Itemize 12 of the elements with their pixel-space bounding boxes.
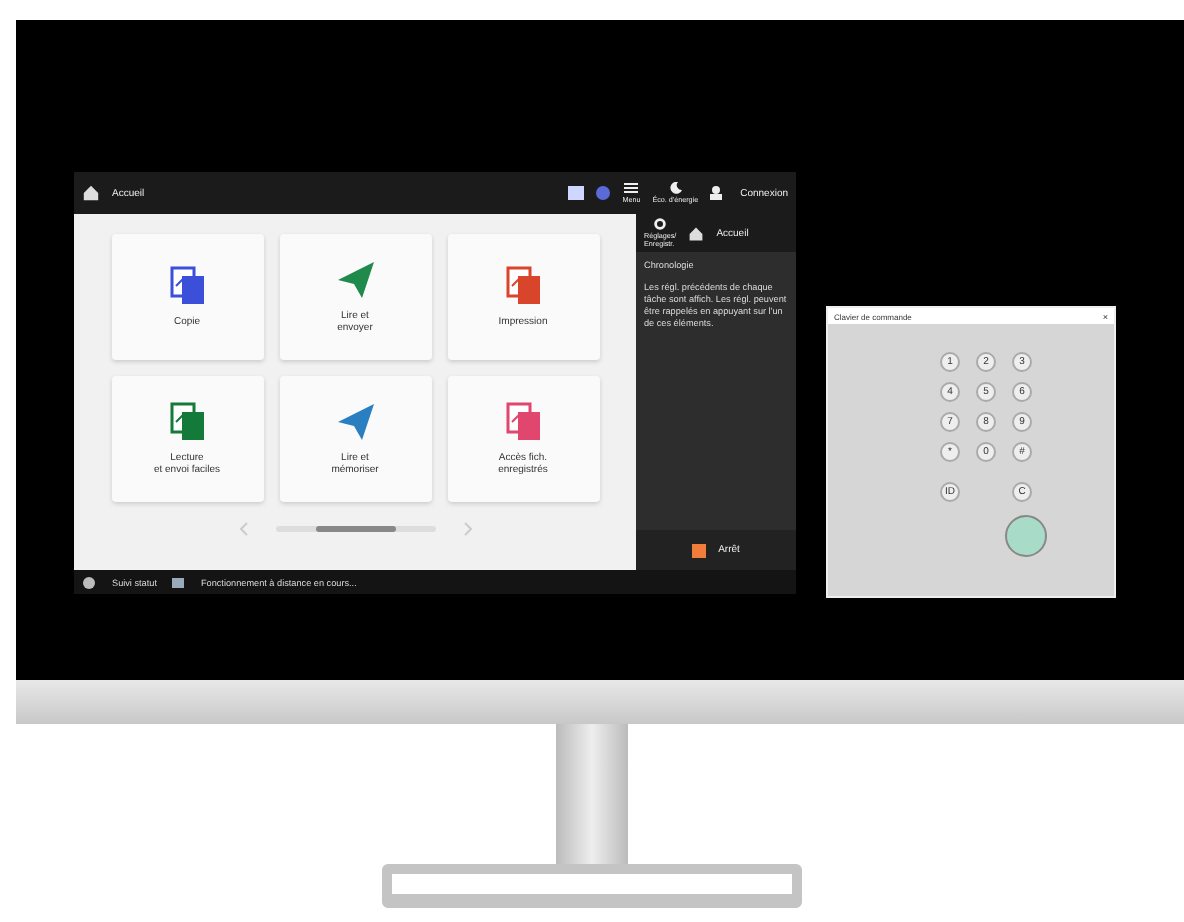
menu-icon (624, 182, 639, 194)
start-button[interactable] (1004, 514, 1048, 558)
stop-icon (692, 543, 707, 557)
moon-icon (669, 182, 682, 194)
screen-icon (172, 577, 185, 587)
monitor-stand (556, 724, 628, 864)
screen-icon[interactable] (568, 186, 585, 200)
home-icon (82, 184, 100, 202)
status-icon (82, 575, 96, 589)
home-icon (688, 225, 705, 241)
chevron-right-icon[interactable] (463, 522, 471, 536)
chevron-left-icon[interactable] (239, 522, 247, 536)
